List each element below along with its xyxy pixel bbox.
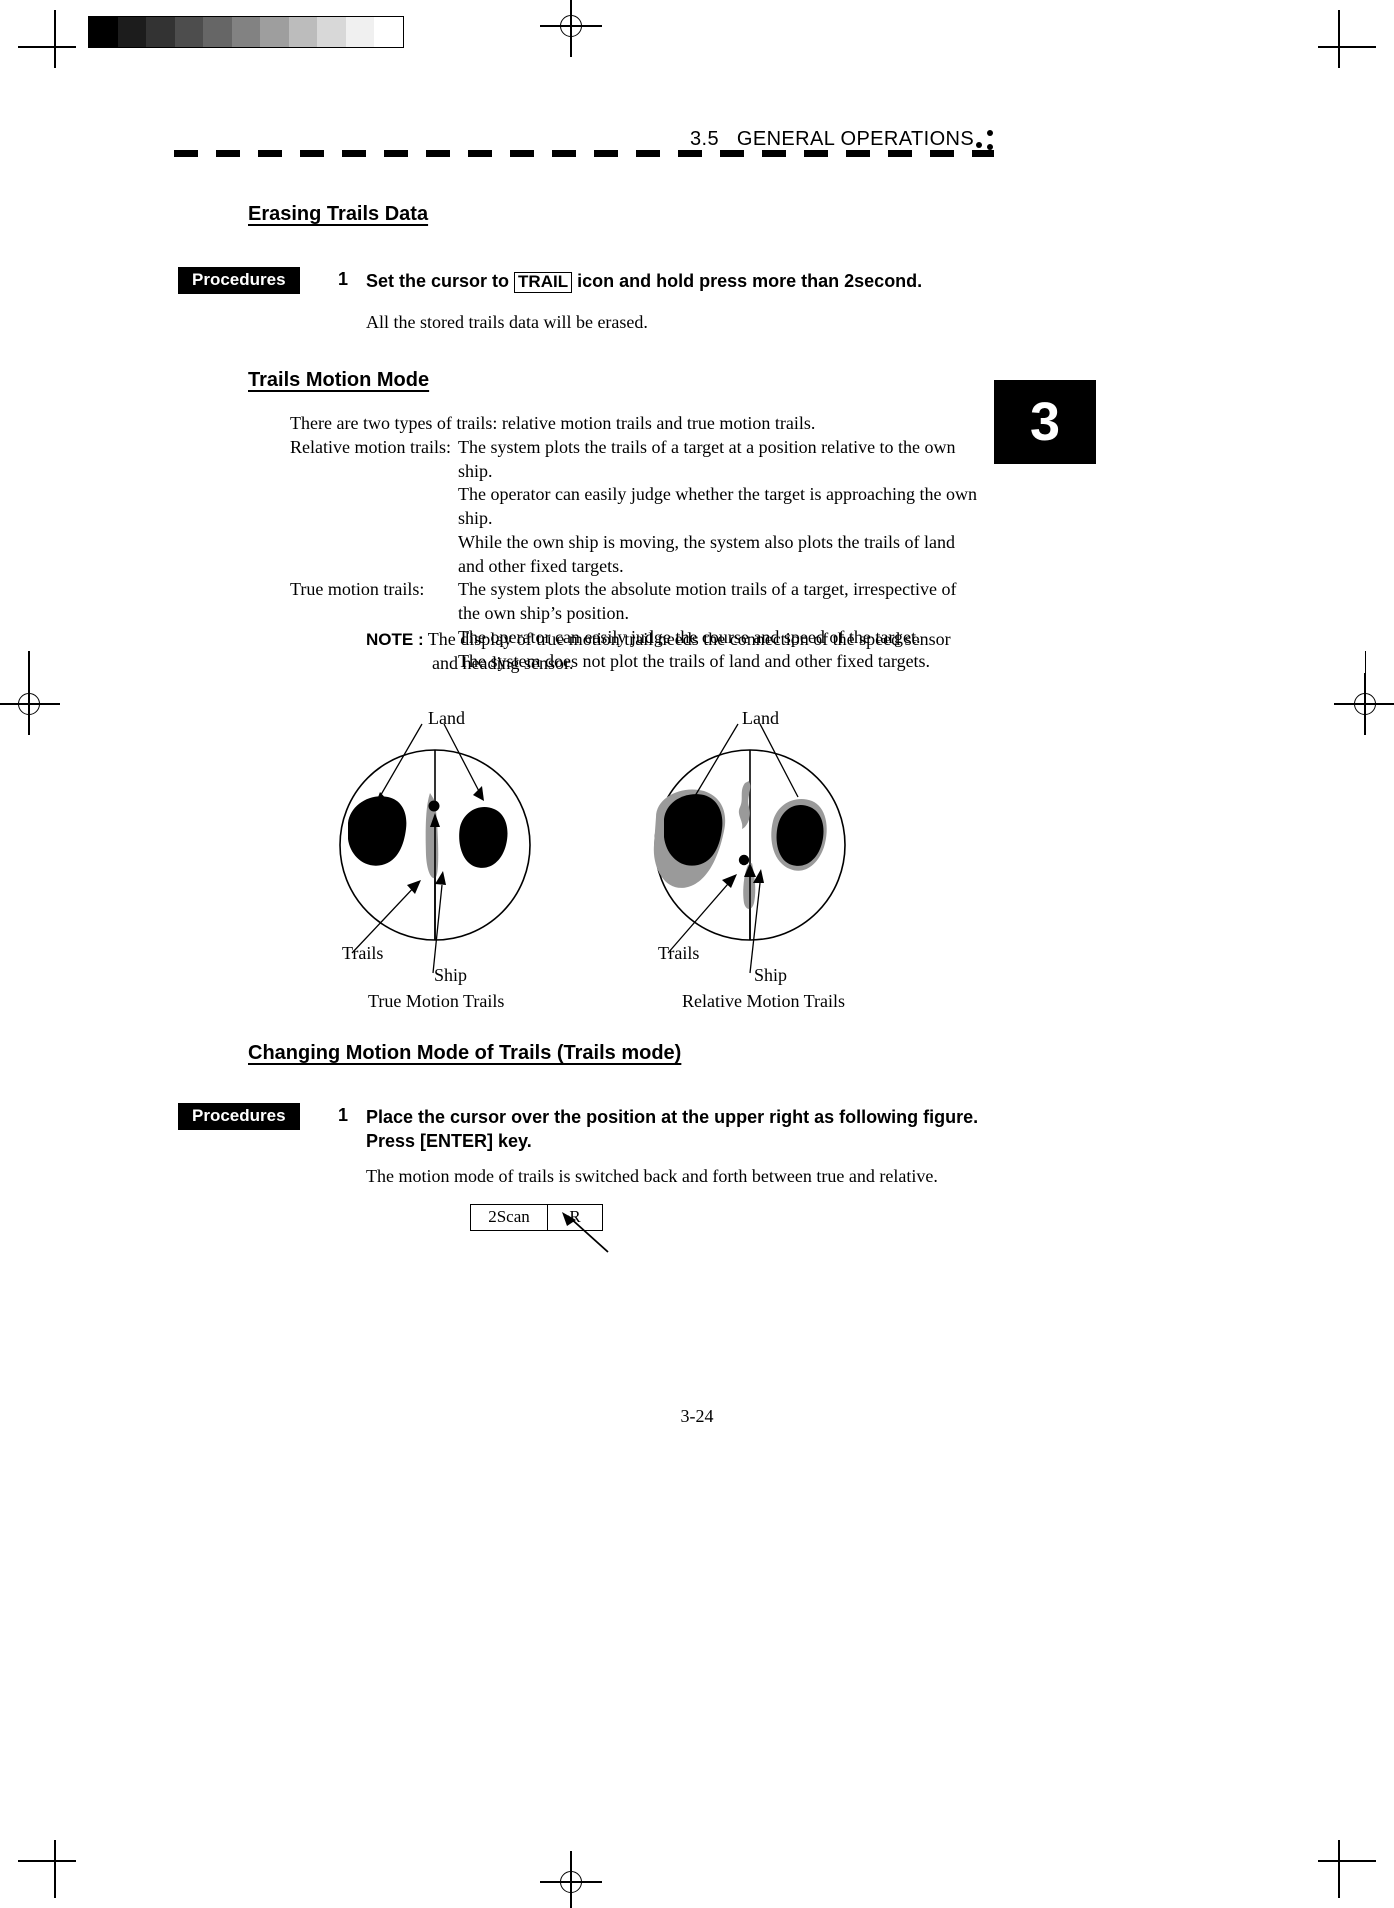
definition-row-relative: Relative motion trails: The system plots… [290,436,980,579]
procedures-tag-erasing: Procedures [178,267,300,294]
figure-label-land-right: Land [742,708,779,728]
greyscale-step-2 [146,17,175,47]
crop-mark-top-left [18,10,76,68]
step-text-erasing: Set the cursor to TRAIL icon and hold pr… [366,269,1006,293]
heading-changing-motion-mode: Changing Motion Mode of Trails (Trails m… [248,1042,682,1064]
definition-line: The operator can easily judge whether th… [458,484,977,528]
figure-label-trails-right: Trails [658,943,700,963]
result-text-erasing: All the stored trails data will be erase… [366,312,648,332]
definition-desc-relative: The system plots the trails of a target … [458,436,980,579]
definition-line: The system plots the trails of a target … [458,436,956,481]
definition-line: While the own ship is moving, the system… [458,531,955,576]
ship-dot [738,854,750,866]
figure-relative-motion [653,723,846,974]
greyscale-step-0 [89,17,118,47]
step-line-1: Place the cursor over the position at th… [366,1107,979,1127]
greyscale-step-1 [117,17,146,47]
trails-figure-svg [339,723,846,974]
step-text-changing: Place the cursor over the position at th… [366,1105,996,1154]
ship-dot [428,800,440,812]
figure-caption-relative-motion: Relative Motion Trails [682,991,846,1011]
result-text-changing: The motion mode of trails is switched ba… [366,1166,938,1186]
definition-line: The system plots the absolute motion tra… [458,579,957,623]
step-text-before: Set the cursor to [366,271,510,291]
page-header-title: 3.5 GENERAL OPERATIONS [690,128,974,151]
crop-mark-bottom-left [18,1840,76,1898]
step-text-after: icon and hold press more than 2second. [577,271,923,291]
header-section-title: GENERAL OPERATIONS [736,128,975,150]
note-line-2: and heading sensor. [432,652,574,673]
figure-label-ship-right: Ship [754,965,788,985]
page-number: 3-24 [680,1406,714,1426]
greyscale-step-6 [260,17,289,47]
registration-mark-bottom [540,1851,602,1908]
scan-count-cell[interactable]: 2Scan [471,1205,548,1230]
cursor-pointer-arrow [562,1212,609,1253]
crop-mark-bottom-right [1318,1840,1376,1898]
header-section-number: 3.5 [690,128,720,150]
step-line-2: Press [ENTER] key. [366,1131,532,1152]
note-label: NOTE : [366,630,424,649]
greyscale-step-4 [203,17,232,47]
greyscale-step-8 [317,17,346,47]
heading-erasing-trails-data: Erasing Trails Data [248,203,429,225]
registration-mark-top [540,0,602,57]
figure-label-trails-left: Trails [342,943,384,963]
greyscale-step-5 [231,17,260,47]
trails-figures: Land Trails Ship True Motion Trails Land… [330,705,890,1015]
greyscale-calibration-bar [88,16,404,48]
trails-lead-text: There are two types of trails: relative … [290,413,816,433]
figure-label-land-left: Land [428,708,465,728]
heading-trails-motion-mode: Trails Motion Mode [248,369,430,391]
figure-true-motion [339,723,531,974]
step-number-changing: 1 [338,1105,349,1125]
chapter-tab: 3 [994,380,1096,464]
greyscale-step-9 [345,17,374,47]
step-number-erasing: 1 [338,269,349,289]
trail-keycap[interactable]: TRAIL [514,272,573,293]
greyscale-step-10 [374,17,403,47]
document-page: 3.5 GENERAL OPERATIONS 3 Erasing Trails … [0,0,1394,1908]
crop-mark-top-right [1318,10,1376,68]
edge-tick-left [28,651,30,697]
figure-caption-true-motion: True Motion Trails [368,991,505,1011]
edge-tick-right [1364,651,1366,697]
note-line-1: The display of true motion trail needs t… [427,629,951,649]
figure-label-ship-left: Ship [434,965,468,985]
note-block: NOTE : The display of true motion trail … [366,628,986,676]
greyscale-step-3 [174,17,203,47]
greyscale-step-7 [288,17,317,47]
procedures-tag-changing: Procedures [178,1103,300,1130]
definition-term-relative: Relative motion trails: [290,436,451,457]
header-dashed-rule [174,150,994,157]
